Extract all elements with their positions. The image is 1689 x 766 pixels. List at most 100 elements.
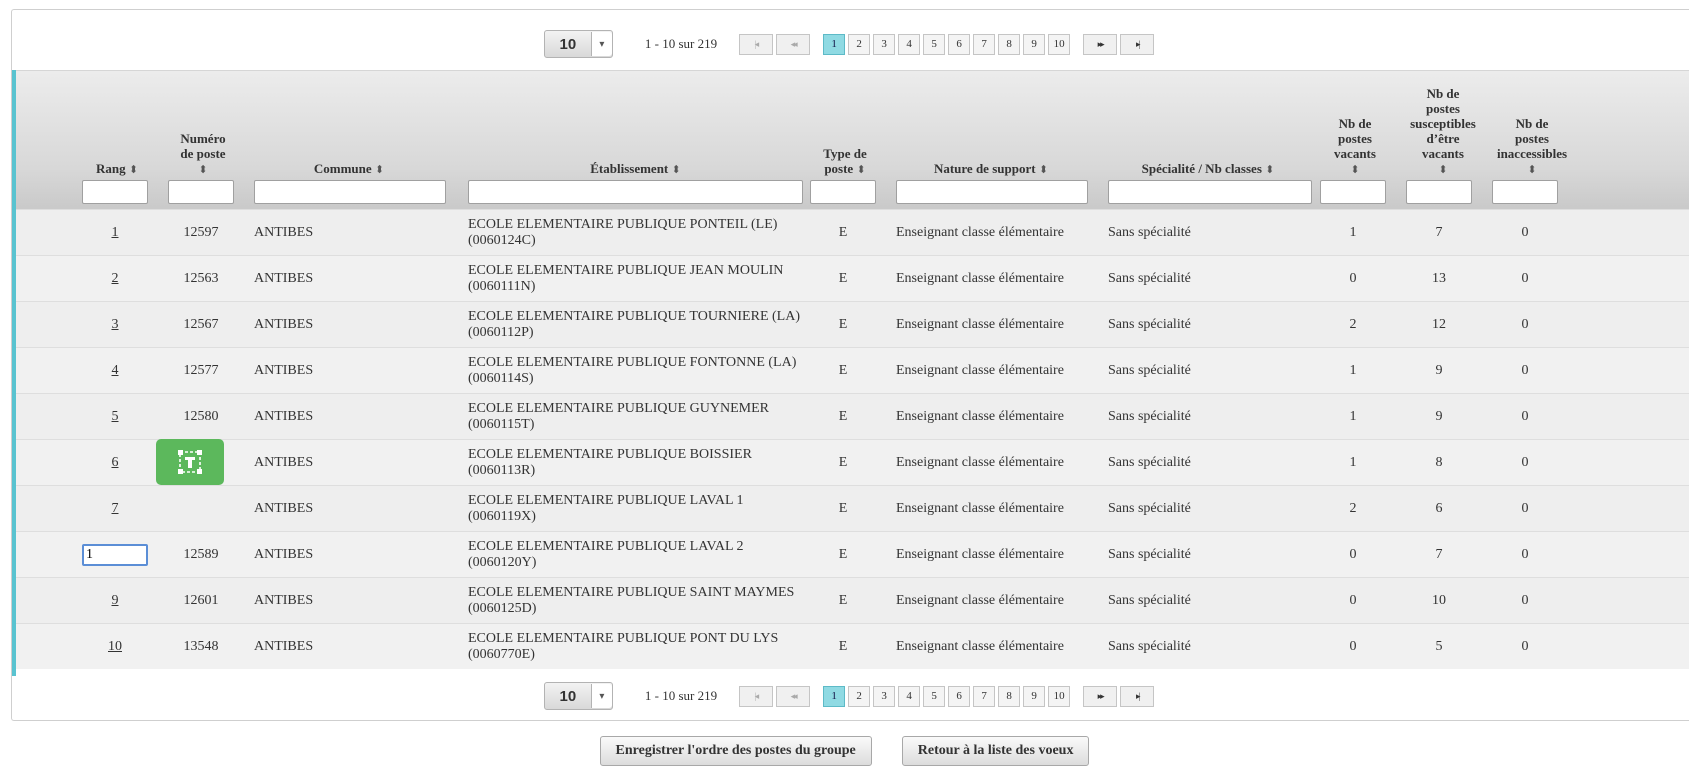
sort-icon[interactable]: ⬍ <box>375 164 384 176</box>
first-page-button[interactable]: |◂ <box>739 33 774 55</box>
cell-type: E <box>810 578 876 623</box>
cell-rang[interactable]: 3 <box>82 302 148 347</box>
page-button-9[interactable]: 9 <box>1023 33 1046 55</box>
next-page-button[interactable]: ▸▸ <box>1083 33 1118 55</box>
page-button-10[interactable]: 10 <box>1048 33 1071 55</box>
cell-commune: ANTIBES <box>254 210 446 255</box>
page-button-2[interactable]: 2 <box>848 33 871 55</box>
col-header-etablissement[interactable]: Établissement ⬍ <box>468 161 803 178</box>
page-button-9[interactable]: 9 <box>1023 685 1046 707</box>
filter-type-input[interactable] <box>810 180 876 204</box>
filter-etablissement-input[interactable] <box>468 180 803 204</box>
text-tool-icon[interactable] <box>156 439 224 485</box>
page-button-2[interactable]: 2 <box>848 685 871 707</box>
sort-icon[interactable]: ⬍ <box>856 164 865 176</box>
filter-nature-input[interactable] <box>896 180 1088 204</box>
page-button-10[interactable]: 10 <box>1048 685 1071 707</box>
cell-rang[interactable]: 6 <box>82 440 148 485</box>
cell-inaccessibles-text: 0 <box>1521 546 1529 562</box>
sort-icon[interactable]: ⬍ <box>1039 164 1048 176</box>
cell-rang[interactable]: 9 <box>82 578 148 623</box>
col-header-rang[interactable]: Rang ⬍ <box>82 161 152 178</box>
cell-susceptibles-text: 9 <box>1435 408 1443 424</box>
cell-vacants: 1 <box>1320 210 1386 255</box>
rank-link[interactable]: 9 <box>112 593 119 609</box>
col-header-commune[interactable]: Commune ⬍ <box>254 161 444 178</box>
cell-etablissement-text: ECOLE ELEMENTAIRE PUBLIQUE PONT DU LYS (… <box>468 630 779 662</box>
filter-inaccessibles-input[interactable] <box>1492 180 1558 204</box>
bottom-rows-per-page-select[interactable]: 10 ▾ <box>543 682 613 710</box>
col-header-type[interactable]: Type de poste ⬍ <box>810 146 880 178</box>
cell-rang[interactable]: 2 <box>82 256 148 301</box>
last-page-button[interactable]: ▸| <box>1120 685 1155 707</box>
cell-type: E <box>810 394 876 439</box>
top-rows-per-page-select[interactable]: 10 ▾ <box>543 30 613 58</box>
filter-rang-input[interactable] <box>82 180 148 204</box>
page-button-1[interactable]: 1 <box>823 33 846 55</box>
page-button-3[interactable]: 3 <box>873 33 896 55</box>
results-panel: 10 ▾ 1 - 10 sur 219 |◂ ◂◂ 1 2 3 4 5 6 7 8 9 10 ▸▸ ▸| Ran… <box>11 9 1689 721</box>
filter-susceptibles-input[interactable] <box>1406 180 1472 204</box>
cell-type: E <box>810 302 876 347</box>
cell-specialite: Sans spécialité <box>1108 624 1312 669</box>
sort-icon[interactable]: ⬍ <box>1265 164 1274 176</box>
filter-specialite-input[interactable] <box>1108 180 1312 204</box>
cell-susceptibles: 9 <box>1406 394 1472 439</box>
page-button-4[interactable]: 4 <box>898 685 921 707</box>
rank-link[interactable]: 6 <box>112 455 119 471</box>
rank-edit-input[interactable] <box>82 543 148 566</box>
sort-icon[interactable]: ⬍ <box>198 164 207 176</box>
sort-icon[interactable]: ⬍ <box>1527 164 1536 176</box>
col-header-vacants[interactable]: Nb de postes vacants ⬍ <box>1320 116 1390 178</box>
page-button-1[interactable]: 1 <box>823 685 846 707</box>
cell-vacants-text: 0 <box>1349 546 1357 562</box>
last-page-button[interactable]: ▸| <box>1120 33 1155 55</box>
rank-link[interactable]: 10 <box>108 639 122 655</box>
rank-link[interactable]: 4 <box>112 363 119 379</box>
page-button-4[interactable]: 4 <box>898 33 921 55</box>
prev-page-button[interactable]: ◂◂ <box>776 685 811 707</box>
col-header-susceptibles[interactable]: Nb de postes susceptibles d’être vacants ⬍ <box>1406 86 1480 178</box>
page-button-6[interactable]: 6 <box>948 685 971 707</box>
col-header-inaccessibles[interactable]: Nb de postes inaccessibles ⬍ <box>1492 116 1572 178</box>
cell-etablissement-text: ECOLE ELEMENTAIRE PUBLIQUE PONTEIL (LE) … <box>468 216 778 248</box>
filter-vacants-input[interactable] <box>1320 180 1386 204</box>
rank-link[interactable]: 2 <box>112 271 119 287</box>
next-page-button[interactable]: ▸▸ <box>1083 685 1118 707</box>
page-button-7[interactable]: 7 <box>973 33 996 55</box>
cell-rang[interactable]: 4 <box>82 348 148 393</box>
cell-susceptibles: 9 <box>1406 348 1472 393</box>
page-button-6[interactable]: 6 <box>948 33 971 55</box>
page-button-8[interactable]: 8 <box>998 685 1021 707</box>
cell-nature: Enseignant classe élémentaire <box>896 210 1088 255</box>
rank-link[interactable]: 5 <box>112 409 119 425</box>
col-header-specialite[interactable]: Spécialité / Nb classes ⬍ <box>1108 161 1308 178</box>
page-button-7[interactable]: 7 <box>973 685 996 707</box>
cell-inaccessibles: 0 <box>1492 440 1558 485</box>
page-button-3[interactable]: 3 <box>873 685 896 707</box>
prev-page-button[interactable]: ◂◂ <box>776 33 811 55</box>
rank-link[interactable]: 1 <box>112 225 119 241</box>
col-header-nature[interactable]: Nature de support ⬍ <box>896 161 1086 178</box>
sort-icon[interactable]: ⬍ <box>1438 164 1447 176</box>
rank-link[interactable]: 3 <box>112 317 119 333</box>
page-button-5[interactable]: 5 <box>923 685 946 707</box>
sort-icon[interactable]: ⬍ <box>129 164 138 176</box>
col-header-numero[interactable]: Numéro de poste ⬍ <box>168 131 238 178</box>
cell-rang[interactable]: 5 <box>82 394 148 439</box>
page-button-5[interactable]: 5 <box>923 33 946 55</box>
filter-numero-input[interactable] <box>168 180 234 204</box>
first-page-button[interactable]: |◂ <box>739 685 774 707</box>
page-button-8[interactable]: 8 <box>998 33 1021 55</box>
cell-rang[interactable]: 7 <box>82 486 148 531</box>
cell-numero-text: 13548 <box>183 638 219 654</box>
cell-nature-text: Enseignant classe élémentaire <box>896 454 1064 470</box>
filter-commune-input[interactable] <box>254 180 446 204</box>
cell-specialite: Sans spécialité <box>1108 302 1312 347</box>
cell-specialite: Sans spécialité <box>1108 532 1312 577</box>
cell-rang[interactable]: 10 <box>82 624 148 669</box>
cell-rang[interactable]: 1 <box>82 210 148 255</box>
sort-icon[interactable]: ⬍ <box>1350 164 1359 176</box>
sort-icon[interactable]: ⬍ <box>672 164 681 176</box>
rank-link[interactable]: 7 <box>112 501 119 517</box>
